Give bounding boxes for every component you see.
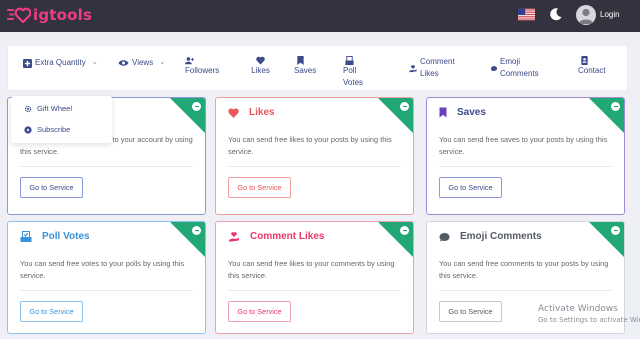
minus-icon xyxy=(611,226,620,235)
nav-saves[interactable]: Saves xyxy=(294,56,316,77)
go-to-service-button[interactable]: Go to Service xyxy=(20,301,83,322)
card-title-row: Saves xyxy=(439,107,486,118)
watermark-title: Activate Windows xyxy=(538,304,618,314)
main-nav: Extra Quantity ⌄ Views ⌄ Followers Likes… xyxy=(8,46,627,90)
go-to-service-button[interactable]: Go to Service xyxy=(439,177,502,198)
dropdown-item-gift-wheel[interactable]: Gift Wheel xyxy=(24,104,72,113)
nav-contact[interactable]: Contact xyxy=(578,56,606,77)
card-title-row: Likes xyxy=(228,107,275,118)
heart-icon xyxy=(256,56,265,65)
go-to-service-button[interactable]: Go to Service xyxy=(439,301,502,322)
service-card-poll-votes: Poll Votes You can send free votes to yo… xyxy=(7,221,206,334)
service-card-comment-likes: Comment Likes You can send free likes to… xyxy=(215,221,414,334)
comment-icon xyxy=(491,65,497,71)
nav-emoji-comments[interactable]: Emoji Comments xyxy=(491,56,539,80)
moon-icon[interactable] xyxy=(549,7,563,21)
hand-heart-icon xyxy=(229,232,239,242)
extra-quantity-dropdown: Gift Wheel Subscribe xyxy=(11,96,112,143)
nav-poll-votes[interactable]: Poll Votes xyxy=(343,56,375,89)
bookmark-icon xyxy=(439,107,447,118)
card-title-row: Poll Votes xyxy=(20,231,90,242)
minus-icon xyxy=(400,226,409,235)
top-bar: igtools Login xyxy=(0,0,640,32)
login-link[interactable]: Login xyxy=(600,10,620,19)
card-description: You can send free saves to your posts by… xyxy=(439,135,608,156)
gear-icon xyxy=(24,105,32,112)
service-card-likes: Likes You can send free likes to your po… xyxy=(215,97,414,215)
nav-saves-label: Saves xyxy=(294,66,317,75)
poll-check-icon xyxy=(345,56,354,65)
nav-contact-label: Contact xyxy=(578,66,606,75)
card-divider xyxy=(20,290,193,291)
card-title-row: Comment Likes xyxy=(228,231,324,242)
go-to-service-button[interactable]: Go to Service xyxy=(20,177,83,198)
minus-icon xyxy=(400,102,409,111)
chevron-down-icon: ⌄ xyxy=(91,59,98,66)
site-logo[interactable]: igtools xyxy=(7,6,92,24)
card-title: Poll Votes xyxy=(42,231,90,242)
dropdown-item-subscribe[interactable]: Subscribe xyxy=(24,125,70,134)
minus-icon xyxy=(611,102,620,111)
plus-square-icon xyxy=(23,58,32,68)
hand-heart-icon xyxy=(409,64,417,72)
nav-emoji-comments-label: Emoji Comments xyxy=(500,57,539,78)
minus-icon xyxy=(192,226,201,235)
card-title: Likes xyxy=(249,107,275,118)
card-title: Emoji Comments xyxy=(460,231,542,242)
contact-book-icon xyxy=(581,56,588,65)
comment-icon xyxy=(439,232,450,241)
nav-likes[interactable]: Likes xyxy=(248,56,273,77)
heart-icon xyxy=(228,107,239,118)
card-title: Saves xyxy=(457,107,486,118)
bookmark-icon xyxy=(297,56,304,65)
us-flag-icon[interactable] xyxy=(518,8,535,21)
nav-followers-label: Followers xyxy=(185,66,220,75)
card-divider xyxy=(439,290,612,291)
nav-followers[interactable]: Followers xyxy=(185,56,225,77)
user-plus-icon xyxy=(185,57,194,65)
card-divider xyxy=(228,290,401,291)
nav-views-label: Views xyxy=(132,58,154,67)
chevron-down-icon: ⌄ xyxy=(159,59,166,66)
nav-comment-likes[interactable]: Comment Likes xyxy=(409,56,455,80)
nav-comment-likes-label-a: Comment Likes xyxy=(420,57,455,78)
eye-icon xyxy=(118,60,129,66)
user-avatar-icon[interactable] xyxy=(576,5,596,25)
watermark-subtitle: Go to Settings to activate Windows. xyxy=(538,316,640,324)
minus-icon xyxy=(192,102,201,111)
heart-logo-icon xyxy=(7,7,31,24)
card-divider xyxy=(20,166,193,167)
dropdown-item-subscribe-label: Subscribe xyxy=(37,125,71,134)
card-description: You can send free comments to your posts… xyxy=(439,259,609,280)
card-title-row: Emoji Comments xyxy=(439,231,542,242)
logo-text: igtools xyxy=(33,6,93,24)
go-to-service-button[interactable]: Go to Service xyxy=(228,301,291,322)
nav-extra-quantity[interactable]: Extra Quantity ⌄ xyxy=(23,57,98,69)
card-description: You can send free likes to your posts by… xyxy=(228,135,392,156)
nav-views[interactable]: Views ⌄ xyxy=(118,57,165,69)
card-divider xyxy=(439,166,612,167)
card-description: You can send free likes to your comments… xyxy=(228,259,395,280)
poll-check-icon xyxy=(20,231,32,242)
nav-poll-votes-label: Poll Votes xyxy=(343,66,364,87)
nav-extra-quantity-label: Extra Quantity xyxy=(35,58,86,67)
dropdown-item-gift-wheel-label: Gift Wheel xyxy=(37,104,73,113)
service-card-saves: Saves You can send free saves to your po… xyxy=(426,97,625,215)
play-circle-icon xyxy=(24,125,32,134)
card-divider xyxy=(228,166,401,167)
nav-likes-label: Likes xyxy=(251,66,270,75)
card-title: Comment Likes xyxy=(250,231,325,242)
activate-windows-watermark: Activate Windows Go to Settings to activ… xyxy=(538,303,640,325)
go-to-service-button[interactable]: Go to Service xyxy=(228,177,291,198)
card-description: You can send free votes to your polls by… xyxy=(20,259,185,280)
